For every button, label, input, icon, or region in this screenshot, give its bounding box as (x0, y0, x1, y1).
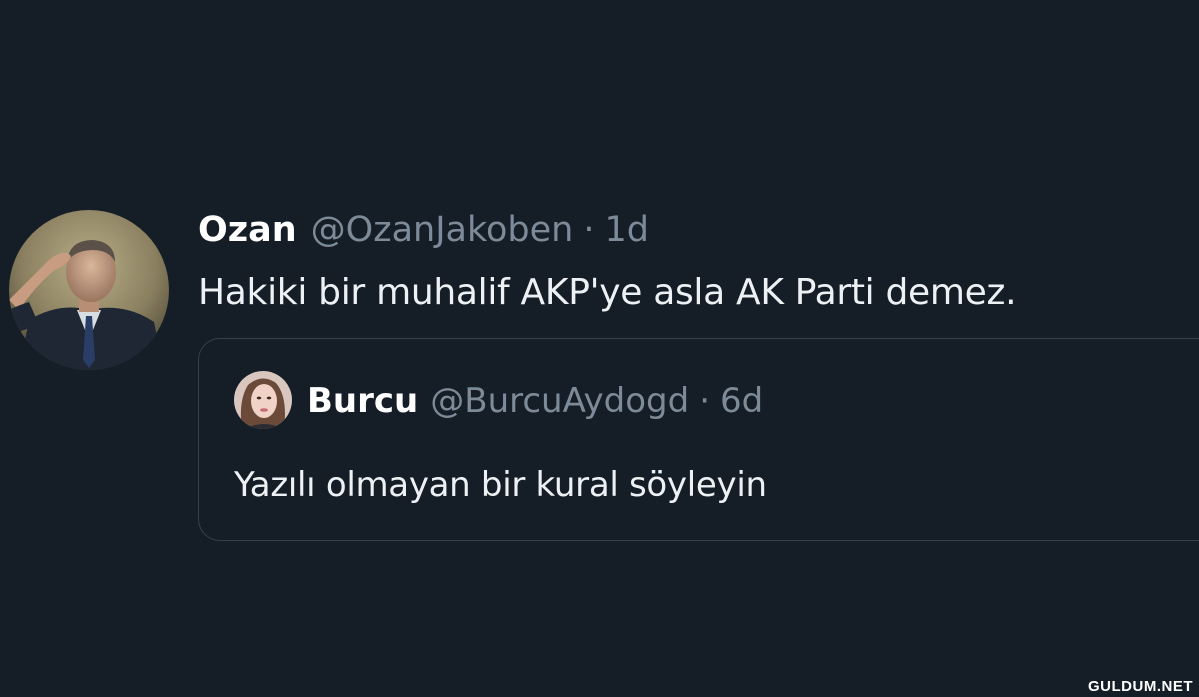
site-watermark: GULDUM.NET (1088, 678, 1193, 695)
quoted-author-display-name[interactable]: Burcu (307, 377, 418, 425)
quoted-tweet-text: Yazılı olmayan bir kural söyleyin (234, 465, 767, 505)
tweet-header: Ozan @OzanJakoben · 1d (198, 206, 649, 254)
header-separator: · (583, 210, 595, 250)
quoted-tweet-header: Burcu @BurcuAydogd · 6d (307, 377, 763, 425)
quoted-header-separator: · (699, 381, 711, 421)
tweet-text: Hakiki bir muhalif AKP'ye asla AK Parti … (198, 272, 1017, 313)
tweet-timestamp[interactable]: 1d (605, 206, 650, 254)
user-avatar-icon (234, 371, 292, 429)
author-handle[interactable]: @OzanJakoben (311, 206, 574, 254)
author-avatar[interactable] (9, 210, 169, 370)
quoted-tweet-timestamp[interactable]: 6d (720, 377, 763, 425)
author-display-name[interactable]: Ozan (198, 206, 297, 254)
quoted-tweet[interactable]: Burcu @BurcuAydogd · 6d Yazılı olmayan b… (198, 338, 1199, 541)
quoted-author-avatar[interactable] (234, 371, 292, 429)
user-avatar-icon (9, 210, 169, 370)
quoted-author-handle[interactable]: @BurcuAydogd (430, 377, 689, 425)
tweet[interactable]: Ozan @OzanJakoben · 1d Hakiki bir muhali… (0, 0, 1199, 697)
